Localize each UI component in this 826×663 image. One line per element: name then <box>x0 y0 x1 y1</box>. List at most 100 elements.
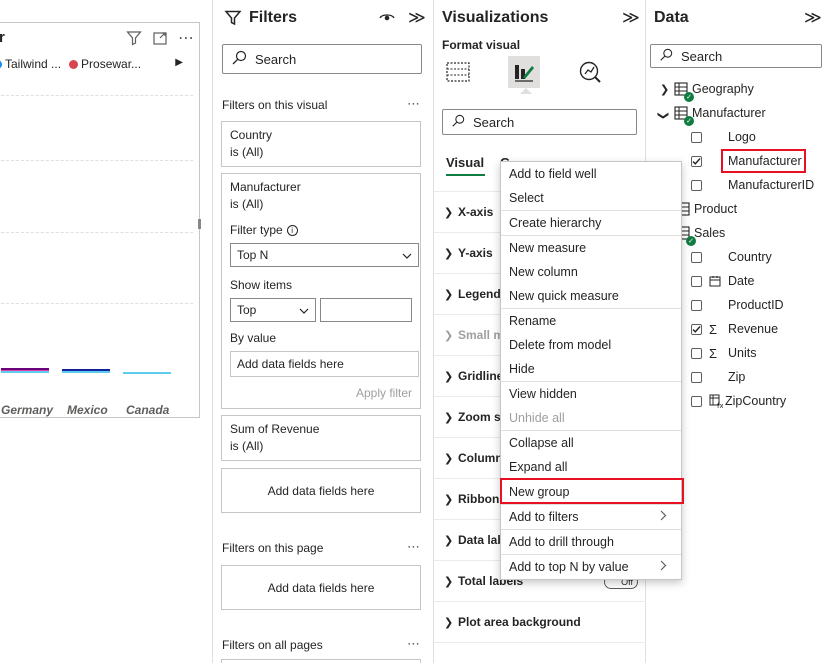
more-options-icon[interactable]: ⋯ <box>407 96 421 112</box>
build-visual-icon[interactable] <box>442 56 474 88</box>
field-manufacturerid[interactable]: ManufacturerID <box>691 174 814 196</box>
menu-item-new-column[interactable]: New column <box>501 260 681 284</box>
menu-item-expand-all[interactable]: Expand all <box>501 455 681 479</box>
field-logo[interactable]: Logo <box>691 126 756 148</box>
column-bar-germany[interactable] <box>1 368 49 373</box>
menu-item-label: View hidden <box>509 387 577 401</box>
column-bar-mexico[interactable] <box>62 369 110 374</box>
menu-item-new-quick-measure[interactable]: New quick measure <box>501 284 681 308</box>
search-icon <box>659 48 673 65</box>
report-canvas[interactable]: r ⋯ Tailwind ... Prosewar... ▶ Germany M… <box>0 0 212 663</box>
page-filters-drop-zone[interactable]: Add data fields here <box>221 565 421 610</box>
field-zipcountry[interactable]: fx ZipCountry <box>691 390 786 412</box>
field-checkbox[interactable] <box>691 131 702 143</box>
menu-item-label: New quick measure <box>509 289 619 303</box>
field-checkbox[interactable] <box>691 347 702 359</box>
stacked-column-visual[interactable]: r ⋯ Tailwind ... Prosewar... ▶ Germany M… <box>0 22 201 418</box>
apply-filter-button[interactable]: Apply filter <box>230 386 412 400</box>
tab-visual[interactable]: Visual <box>446 155 484 170</box>
filter-card-country[interactable]: Country is (All) <box>221 121 421 167</box>
show-items-dropdown[interactable]: Top <box>230 298 317 322</box>
field-checkbox[interactable] <box>691 299 702 311</box>
chevron-right-icon: ❯ <box>444 493 454 506</box>
eye-icon[interactable] <box>379 10 395 27</box>
legend-next-icon[interactable]: ▶ <box>175 57 183 68</box>
collapse-pane-icon[interactable]: ≫ <box>804 8 822 28</box>
menu-item-add-to-filters[interactable]: Add to filters <box>501 505 681 529</box>
visual-filters-drop-zone[interactable]: Add data fields here <box>221 468 421 513</box>
format-visual-icon[interactable] <box>508 56 540 88</box>
field-checkbox[interactable] <box>691 155 702 167</box>
menu-item-new-measure[interactable]: New measure <box>501 236 681 260</box>
table-manufacturer[interactable]: ❯ ✓ Manufacturer <box>657 102 766 126</box>
active-tab-underline <box>446 174 485 176</box>
focus-mode-icon[interactable] <box>151 29 169 47</box>
field-manufacturer[interactable]: Manufacturer <box>691 150 802 172</box>
chevron-right-icon: ❯ <box>444 206 454 219</box>
by-value-drop-zone[interactable]: Add data fields here <box>230 351 419 377</box>
viz-search-input[interactable]: Search <box>442 109 637 135</box>
table-geography[interactable]: ❯ ✓ Geography <box>660 78 754 102</box>
chevron-down-icon[interactable]: ❯ <box>657 111 670 125</box>
filters-search-input[interactable]: Search <box>222 44 422 74</box>
gridline <box>1 232 193 233</box>
field-checkbox[interactable] <box>691 323 702 335</box>
filter-card-manufacturer[interactable]: Manufacturer is (All) Filter type i Top … <box>221 173 421 409</box>
field-country[interactable]: Country <box>691 246 772 268</box>
field-label: Revenue <box>728 322 779 336</box>
menu-item-add-to-top-n-by-value[interactable]: Add to top N by value <box>501 555 681 579</box>
filter-type-value: Top N <box>237 248 269 262</box>
more-options-icon[interactable]: ⋯ <box>407 539 421 555</box>
menu-item-select[interactable]: Select <box>501 186 681 210</box>
collapse-pane-icon[interactable]: ≫ <box>622 8 640 28</box>
field-checkbox[interactable] <box>691 371 702 383</box>
data-search-input[interactable]: Search <box>650 44 822 68</box>
section-plot-area-background[interactable]: ❯ Plot area background <box>434 601 646 642</box>
collapse-pane-icon[interactable]: ≫ <box>408 8 426 28</box>
legend-dot-prosewar <box>69 59 79 69</box>
field-checkbox[interactable] <box>691 275 702 287</box>
menu-item-view-hidden[interactable]: View hidden <box>501 382 681 406</box>
field-revenue[interactable]: Σ Revenue <box>691 318 778 340</box>
filter-icon[interactable] <box>125 29 143 47</box>
field-units[interactable]: Σ Units <box>691 342 756 364</box>
chevron-right-icon: ❯ <box>444 247 454 260</box>
chevron-right-icon: ❯ <box>444 534 454 547</box>
resize-handle[interactable] <box>198 219 201 229</box>
field-checkbox[interactable] <box>691 179 702 191</box>
gridline <box>1 303 193 304</box>
field-zip[interactable]: Zip <box>691 366 745 388</box>
menu-item-hide[interactable]: Hide <box>501 357 681 381</box>
column-bar-canada[interactable] <box>123 372 171 377</box>
x-axis-label: Canada <box>126 403 170 417</box>
show-items-count-input[interactable] <box>320 298 412 322</box>
table-product[interactable]: Product <box>676 198 737 220</box>
chevron-right-icon: ❯ <box>444 411 454 424</box>
menu-item-new-group[interactable]: New group <box>501 480 681 504</box>
filter-type-dropdown[interactable]: Top N <box>230 243 419 267</box>
field-checkbox[interactable] <box>691 251 702 263</box>
menu-item-collapse-all[interactable]: Collapse all <box>501 431 681 455</box>
menu-item-rename[interactable]: Rename <box>501 309 681 333</box>
menu-item-add-to-field-well[interactable]: Add to field well <box>501 162 681 186</box>
all-pages-drop-zone[interactable] <box>221 659 421 663</box>
field-productid[interactable]: ProductID <box>691 294 784 316</box>
sigma-icon: Σ <box>709 321 718 337</box>
field-date[interactable]: Date <box>691 270 754 292</box>
menu-item-delete-from-model[interactable]: Delete from model <box>501 333 681 357</box>
more-options-icon[interactable]: ⋯ <box>177 29 195 47</box>
field-checkbox[interactable] <box>691 395 702 407</box>
section-label: X-axis <box>458 205 494 219</box>
table-sales[interactable]: ✓ Sales <box>676 222 725 246</box>
legend-label-tailwind[interactable]: Tailwind ... <box>5 57 61 71</box>
menu-item-create-hierarchy[interactable]: Create hierarchy <box>501 211 681 235</box>
filters-title: Filters <box>249 9 298 26</box>
chevron-right-icon[interactable]: ❯ <box>660 83 674 96</box>
menu-item-add-to-drill-through[interactable]: Add to drill through <box>501 530 681 554</box>
chevron-right-icon: ❯ <box>444 616 454 629</box>
info-icon[interactable]: i <box>286 224 298 236</box>
legend-label-prosewar[interactable]: Prosewar... <box>81 57 141 71</box>
filter-card-revenue[interactable]: Sum of Revenue is (All) <box>221 415 421 461</box>
analytics-icon[interactable] <box>574 56 606 88</box>
more-options-icon[interactable]: ⋯ <box>407 636 421 652</box>
